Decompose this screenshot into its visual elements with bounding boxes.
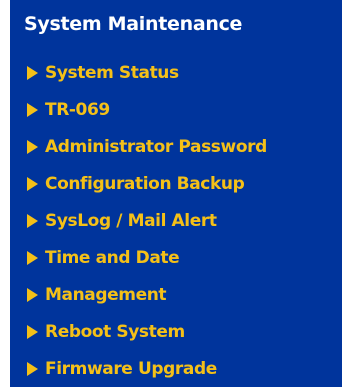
menu-item-label: Administrator Password (45, 136, 267, 157)
menu-list: System Status TR-069 Administrator Passw… (10, 54, 267, 387)
menu-header: System Maintenance (24, 13, 243, 35)
menu-item-label: Management (45, 284, 167, 305)
menu-item-label: System Status (45, 62, 179, 83)
menu-item-label: SysLog / Mail Alert (45, 210, 217, 231)
menu-item-label: Configuration Backup (45, 173, 245, 194)
menu-item-label: Firmware Upgrade (45, 358, 217, 379)
menu-item-system-status[interactable]: System Status (10, 54, 267, 91)
menu-item-label: Reboot System (45, 321, 185, 342)
arrow-right-icon (27, 250, 38, 265)
menu-item-reboot-system[interactable]: Reboot System (10, 313, 267, 350)
arrow-right-icon (27, 65, 38, 80)
menu-item-label: Time and Date (45, 247, 180, 268)
menu-item-firmware-upgrade[interactable]: Firmware Upgrade (10, 350, 267, 387)
arrow-right-icon (27, 324, 38, 339)
menu-item-management[interactable]: Management (10, 276, 267, 313)
menu-item-time-and-date[interactable]: Time and Date (10, 239, 267, 276)
arrow-right-icon (27, 139, 38, 154)
menu-item-configuration-backup[interactable]: Configuration Backup (10, 165, 267, 202)
sidebar-menu: System Maintenance System Status TR-069 … (10, 0, 342, 387)
arrow-right-icon (27, 287, 38, 302)
menu-item-syslog-mail-alert[interactable]: SysLog / Mail Alert (10, 202, 267, 239)
arrow-right-icon (27, 361, 38, 376)
menu-item-tr-069[interactable]: TR-069 (10, 91, 267, 128)
menu-item-administrator-password[interactable]: Administrator Password (10, 128, 267, 165)
arrow-right-icon (27, 102, 38, 117)
arrow-right-icon (27, 176, 38, 191)
arrow-right-icon (27, 213, 38, 228)
menu-item-label: TR-069 (45, 99, 110, 120)
